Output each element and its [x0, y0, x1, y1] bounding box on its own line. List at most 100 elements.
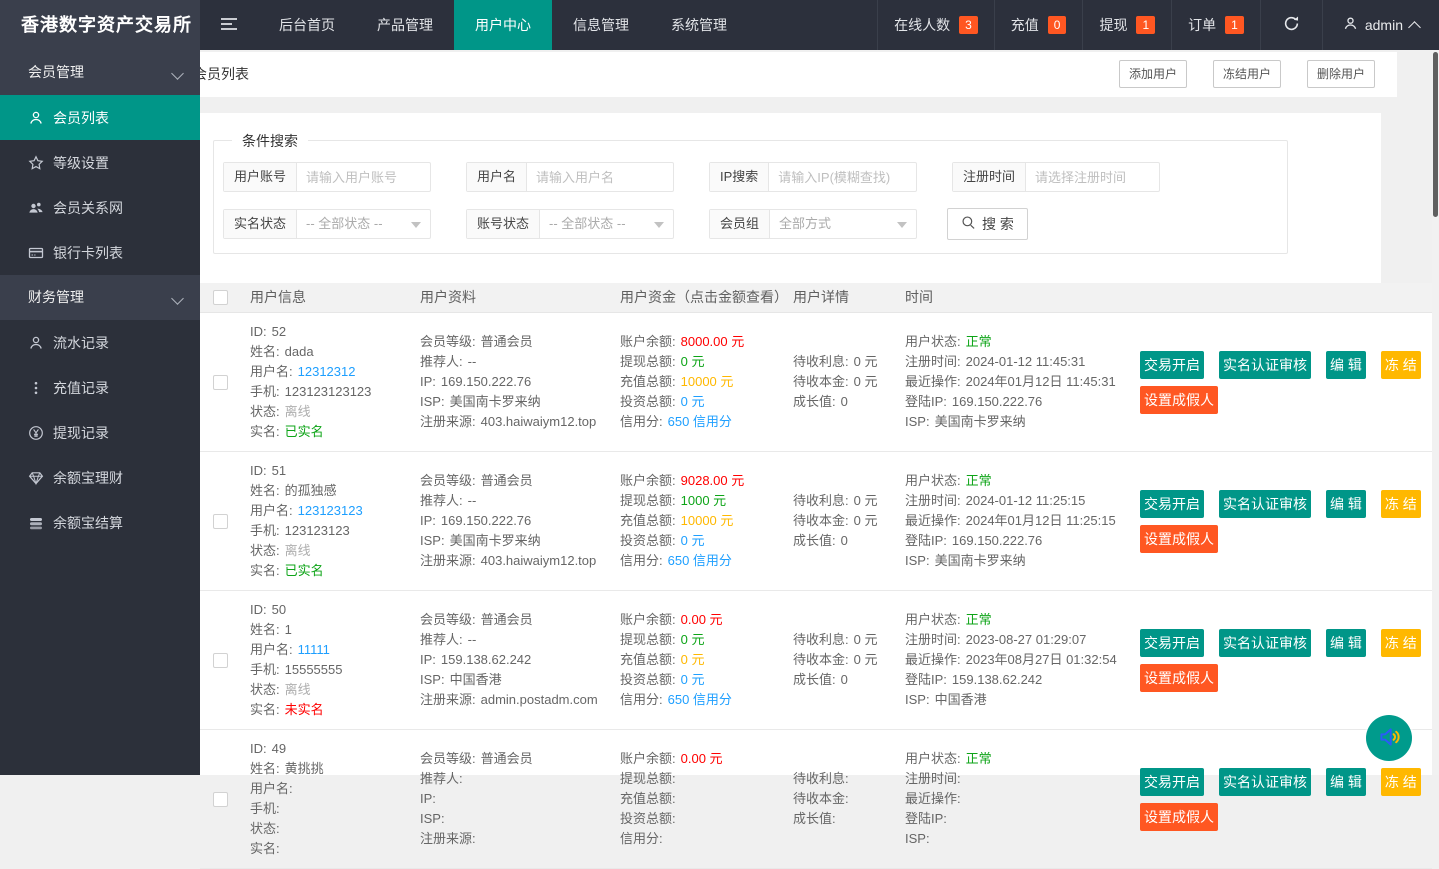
menu-item-system[interactable]: 系统管理: [650, 0, 748, 50]
recharge-total[interactable]: 10000 元: [681, 374, 734, 389]
kyc-review-button[interactable]: 实名认证审核: [1219, 768, 1311, 796]
set-fake-user-button[interactable]: 设置成假人: [1140, 525, 1218, 553]
row-checkbox[interactable]: [213, 792, 228, 807]
kyc-review-button[interactable]: 实名认证审核: [1219, 490, 1311, 518]
user-status: 正常: [966, 612, 992, 627]
sidebar-group-finance-mgmt[interactable]: 财务管理: [0, 275, 200, 320]
credit-score[interactable]: 650 信用分: [668, 553, 732, 568]
edit-button[interactable]: 编 辑: [1326, 351, 1366, 379]
stat-recharge[interactable]: 充值 0: [994, 0, 1083, 50]
member-group-select[interactable]: 会员组 全部方式: [709, 209, 917, 239]
user-phone: 123123123: [285, 523, 350, 538]
yen-icon: [28, 425, 44, 441]
kyc-review-button[interactable]: 实名认证审核: [1219, 629, 1311, 657]
recharge-total[interactable]: 0 元: [681, 652, 705, 667]
row-checkbox[interactable]: [213, 514, 228, 529]
username-link[interactable]: 12312312: [298, 364, 356, 379]
stat-withdraw[interactable]: 提现 1: [1082, 0, 1171, 50]
edit-button[interactable]: 编 辑: [1326, 490, 1366, 518]
withdraw-total[interactable]: 0 元: [681, 632, 705, 647]
cell-user-funds: 账户余额:8000.00 元 提现总额:0 元 充值总额:10000 元 投资总…: [620, 313, 793, 451]
credit-score[interactable]: 650 信用分: [668, 414, 732, 429]
sidebar-item-bank-cards[interactable]: 银行卡列表: [0, 230, 200, 275]
member-level: 普通会员: [481, 751, 533, 766]
stat-orders[interactable]: 订单 1: [1171, 0, 1260, 50]
menu-item-products[interactable]: 产品管理: [356, 0, 454, 50]
trade-toggle-button[interactable]: 交易开启: [1140, 768, 1204, 796]
freeze-user-button[interactable]: 冻结用户: [1213, 60, 1281, 88]
balance-value[interactable]: 0.00 元: [681, 751, 723, 766]
invest-total[interactable]: 0 元: [681, 394, 705, 409]
balance-value[interactable]: 9028.00 元: [681, 473, 745, 488]
sidebar-item-flow-records[interactable]: 流水记录: [0, 320, 200, 365]
withdraw-total[interactable]: 0 元: [681, 354, 705, 369]
freeze-button[interactable]: 冻 结: [1381, 351, 1421, 379]
account-status-select[interactable]: 账号状态 -- 全部状态 --: [466, 209, 674, 239]
cell-user-info: ID:49 姓名:黄挑挑 用户名: 手机: 状态: 实名:: [250, 730, 420, 868]
login-ip: 159.138.62.242: [952, 672, 1042, 687]
scrollbar-thumb[interactable]: [1433, 52, 1438, 217]
trade-toggle-button[interactable]: 交易开启: [1140, 351, 1204, 379]
col-user-funds: 用户资金（点击金额查看）: [620, 283, 793, 312]
set-fake-user-button[interactable]: 设置成假人: [1140, 386, 1218, 414]
user-status: 正常: [966, 334, 992, 349]
register-time: 2024-01-12 11:45:31: [966, 354, 1086, 369]
select-all-checkbox[interactable]: [213, 290, 228, 305]
menu-item-user-center[interactable]: 用户中心: [454, 0, 552, 50]
set-fake-user-button[interactable]: 设置成假人: [1140, 803, 1218, 831]
sidebar-item-member-network[interactable]: 会员关系网: [0, 185, 200, 230]
withdraw-total[interactable]: 1000 元: [681, 493, 727, 508]
refresh-button[interactable]: [1260, 0, 1322, 50]
row-checkbox[interactable]: [213, 653, 228, 668]
pending-principal: 0 元: [854, 374, 878, 389]
realname-status-select[interactable]: 实名状态 -- 全部状态 --: [223, 209, 431, 239]
kyc-review-button[interactable]: 实名认证审核: [1219, 351, 1311, 379]
reg-source: admin.postadm.com: [481, 692, 598, 707]
username-link[interactable]: 123123123: [298, 503, 363, 518]
ip-input[interactable]: [769, 163, 916, 191]
set-fake-user-button[interactable]: 设置成假人: [1140, 664, 1218, 692]
freeze-button[interactable]: 冻 结: [1381, 629, 1421, 657]
pending-interest: 0 元: [854, 354, 878, 369]
username-input[interactable]: [527, 163, 673, 191]
account-input[interactable]: [297, 163, 430, 191]
account-menu[interactable]: admin: [1322, 0, 1439, 50]
regtime-input[interactable]: [1026, 163, 1159, 191]
cell-user-funds: 账户余额:0.00 元 提现总额:0 元 充值总额:0 元 投资总额:0 元 信…: [620, 591, 793, 729]
balance-value[interactable]: 8000.00 元: [681, 334, 745, 349]
credit-score[interactable]: 650 信用分: [668, 692, 732, 707]
add-user-button[interactable]: 添加用户: [1119, 60, 1187, 88]
trade-toggle-button[interactable]: 交易开启: [1140, 490, 1204, 518]
sidebar-item-withdraw-records[interactable]: 提现记录: [0, 410, 200, 455]
sidebar-toggle[interactable]: [200, 0, 258, 50]
stat-online[interactable]: 在线人数 3: [877, 0, 994, 50]
delete-user-button[interactable]: 删除用户: [1307, 60, 1375, 88]
edit-button[interactable]: 编 辑: [1326, 629, 1366, 657]
invest-total[interactable]: 0 元: [681, 533, 705, 548]
freeze-button[interactable]: 冻 结: [1381, 768, 1421, 796]
sidebar-item-yuebao-settle[interactable]: 余额宝结算: [0, 500, 200, 545]
balance-value[interactable]: 0.00 元: [681, 612, 723, 627]
sidebar-group-member-mgmt[interactable]: 会员管理: [0, 50, 200, 95]
freeze-button[interactable]: 冻 结: [1381, 490, 1421, 518]
trade-toggle-button[interactable]: 交易开启: [1140, 629, 1204, 657]
edit-button[interactable]: 编 辑: [1326, 768, 1366, 796]
sidebar-item-member-list[interactable]: 会员列表: [0, 95, 200, 140]
sidebar-item-yuebao-invest[interactable]: 余额宝理财: [0, 455, 200, 500]
recharge-total[interactable]: 10000 元: [681, 513, 734, 528]
invest-total[interactable]: 0 元: [681, 672, 705, 687]
realname-status: 未实名: [285, 702, 324, 717]
sidebar-item-level-settings[interactable]: 等级设置: [0, 140, 200, 185]
sound-float-button[interactable]: [1366, 715, 1412, 761]
row-checkbox[interactable]: [213, 375, 228, 390]
user-icon: [1343, 16, 1358, 34]
sidebar-item-recharge-records[interactable]: 充值记录: [0, 365, 200, 410]
username-link[interactable]: 11111: [298, 642, 330, 657]
menu-item-dashboard[interactable]: 后台首页: [258, 0, 356, 50]
admin-page: { "navbar": { "logo": "香港数字资产交易所", "menu…: [0, 0, 1439, 775]
search-button[interactable]: 搜 索: [947, 208, 1028, 240]
menu-item-info[interactable]: 信息管理: [552, 0, 650, 50]
referrer: --: [468, 632, 477, 647]
growth-value: 0: [841, 672, 848, 687]
cell-user-funds: 账户余额:0.00 元 提现总额: 充值总额: 投资总额: 信用分:: [620, 730, 793, 868]
